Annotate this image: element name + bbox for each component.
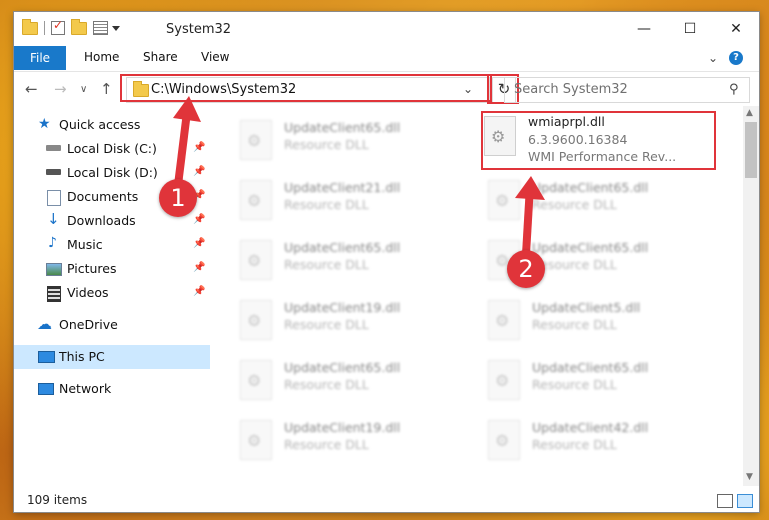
step-badge-2: 2 bbox=[507, 250, 545, 288]
annotation-arrows bbox=[173, 96, 545, 255]
arrow-1-head bbox=[173, 96, 201, 122]
arrow-2-head bbox=[515, 176, 545, 200]
step-badge-1: 1 bbox=[159, 179, 197, 217]
